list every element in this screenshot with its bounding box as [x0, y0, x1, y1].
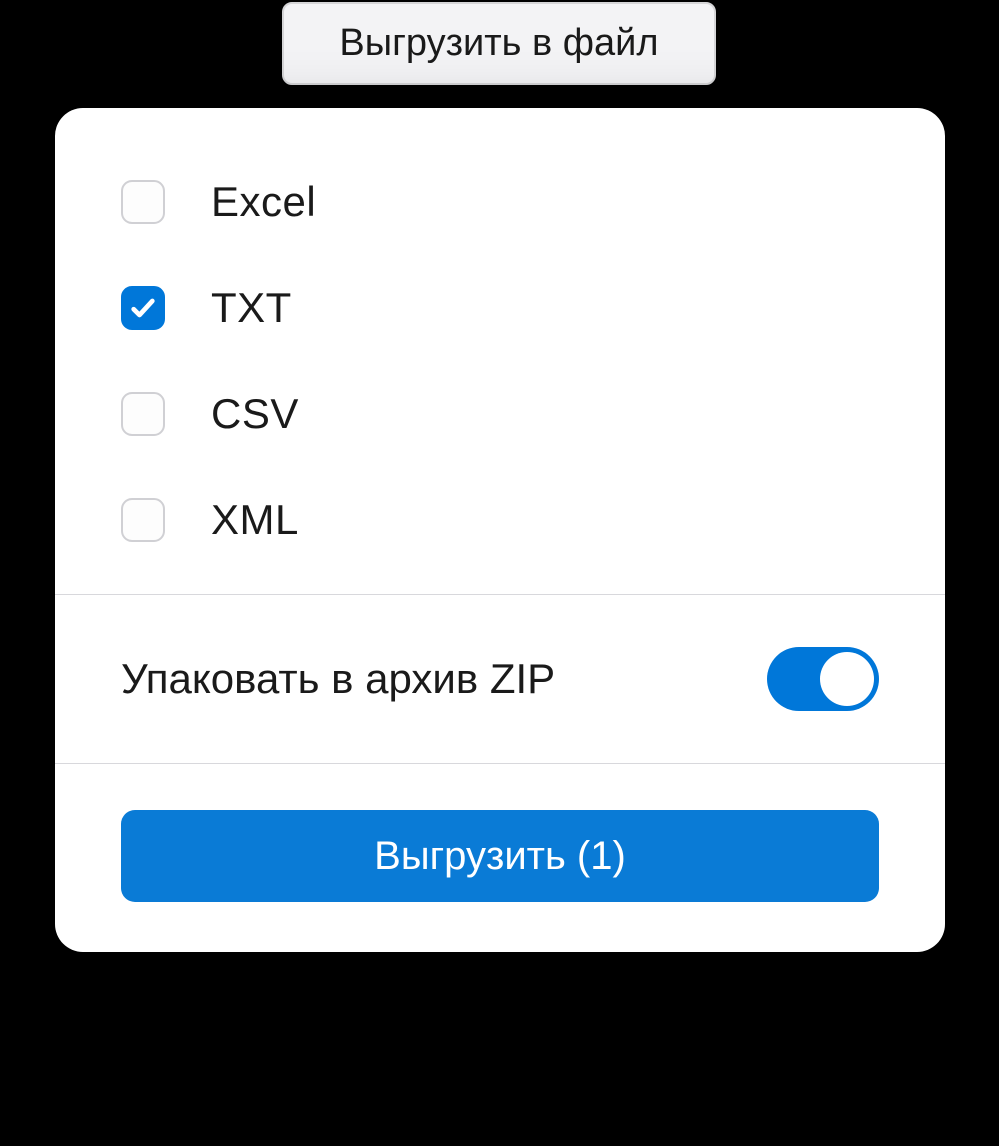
export-to-file-label: Выгрузить в файл	[339, 22, 658, 65]
format-label-csv: CSV	[211, 390, 299, 438]
format-label-xml: XML	[211, 496, 299, 544]
export-button[interactable]: Выгрузить (1)	[121, 810, 879, 902]
checkbox-excel[interactable]	[121, 180, 165, 224]
toggle-knob	[820, 652, 874, 706]
format-label-excel: Excel	[211, 178, 316, 226]
format-row-excel: Excel	[121, 178, 879, 226]
export-to-file-button[interactable]: Выгрузить в файл	[282, 2, 716, 85]
checkbox-xml[interactable]	[121, 498, 165, 542]
export-dropdown-panel: Excel TXT CSV XML Упаковать в архив ZIP	[55, 108, 945, 952]
zip-row: Упаковать в архив ZIP	[55, 595, 945, 763]
checkbox-csv[interactable]	[121, 392, 165, 436]
format-label-txt: TXT	[211, 284, 292, 332]
format-row-csv: CSV	[121, 390, 879, 438]
zip-toggle[interactable]	[767, 647, 879, 711]
zip-label: Упаковать в архив ZIP	[121, 655, 555, 703]
checkmark-icon	[129, 294, 157, 322]
format-list: Excel TXT CSV XML	[55, 178, 945, 544]
dropdown-footer: Выгрузить (1)	[55, 764, 945, 902]
format-row-txt: TXT	[121, 284, 879, 332]
format-row-xml: XML	[121, 496, 879, 544]
checkbox-txt[interactable]	[121, 286, 165, 330]
export-button-label: Выгрузить (1)	[374, 834, 626, 879]
